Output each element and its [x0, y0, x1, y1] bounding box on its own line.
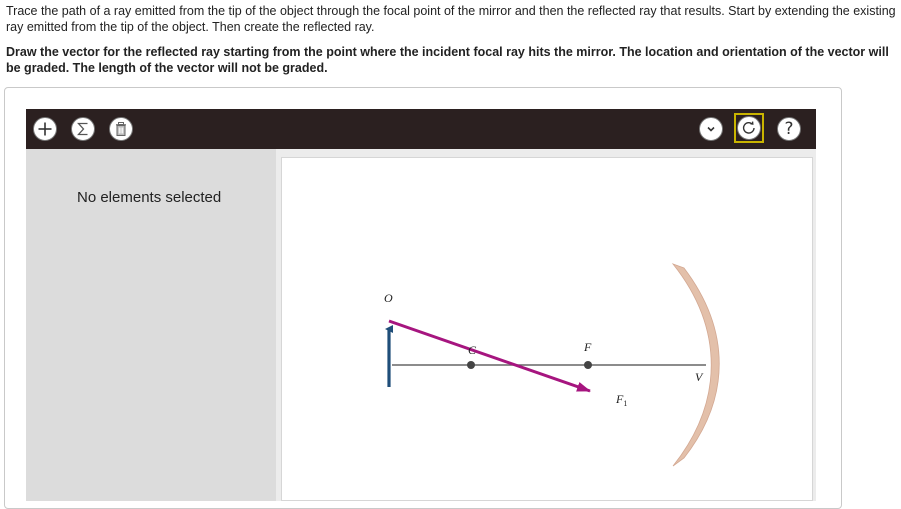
no-selection-text: No elements selected [77, 189, 222, 206]
dropdown-button[interactable] [699, 117, 723, 141]
reset-focus-ring [734, 113, 764, 143]
sum-button[interactable] [71, 117, 95, 141]
plus-icon [38, 122, 52, 136]
help-button[interactable]: ? [777, 117, 801, 141]
reset-button[interactable] [737, 116, 761, 140]
instruction-text: Trace the path of a ray emitted from the… [6, 4, 896, 34]
properties-panel: No elements selected [26, 149, 276, 501]
task-text: Draw the vector for the reflected ray st… [6, 45, 889, 75]
drawing-canvas[interactable]: O C F V F1 [281, 157, 813, 501]
trash-icon [116, 122, 126, 136]
center-label: C [468, 343, 477, 357]
sigma-icon [77, 122, 88, 136]
vertex-label: V [695, 370, 704, 384]
focal-point [584, 361, 592, 369]
question-text: Trace the path of a ray emitted from the… [6, 3, 896, 76]
object-label: O [384, 291, 393, 305]
focal-label: F [583, 340, 592, 354]
chevron-down-icon [707, 126, 715, 132]
vector-label-sub: 1 [623, 399, 627, 408]
reset-icon [742, 121, 755, 134]
incident-ray-vector[interactable] [388, 319, 591, 393]
canvas-area: O C F V F1 [276, 149, 816, 501]
vector-label: F1 [615, 392, 627, 408]
toolbar: ? [26, 109, 816, 149]
mirror-diagram: O C F V F1 [384, 263, 720, 467]
center-point [467, 361, 475, 369]
delete-button[interactable] [109, 117, 133, 141]
add-button[interactable] [33, 117, 57, 141]
help-label: ? [784, 119, 794, 139]
